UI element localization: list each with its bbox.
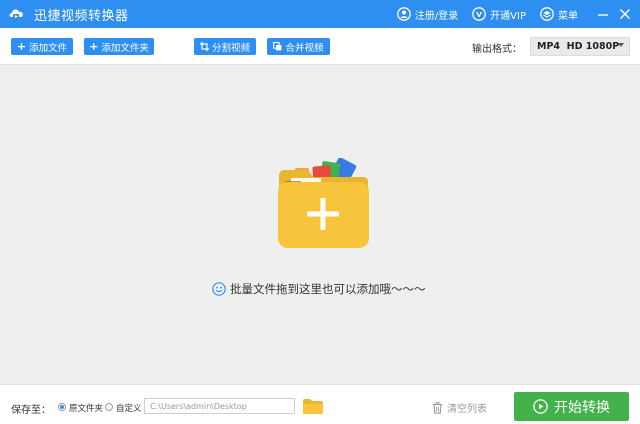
radio-custom-label[interactable]: 自定义: [116, 402, 142, 414]
radio-source-folder-label[interactable]: 原文件夹: [69, 402, 103, 414]
clear-list-label: 清空列表: [447, 404, 487, 415]
merge-icon: [273, 42, 282, 51]
save-path-input[interactable]: [144, 398, 295, 414]
plus-icon: +: [89, 40, 99, 53]
bottom-bar: 保存至： 原文件夹 自定义 清空列表 开始转换: [0, 384, 640, 424]
smile-icon: [212, 282, 226, 296]
split-icon: [199, 42, 209, 51]
title-bar: 迅捷视频转换器 注册/登录 开通VIP 菜单: [0, 0, 640, 28]
menu-icon: [540, 7, 554, 21]
app-logo-icon: [8, 5, 26, 23]
drop-hint: 批量文件拖到这里也可以添加哦～～～: [212, 281, 426, 297]
radio-source-folder[interactable]: [58, 403, 66, 411]
folder-add-icon[interactable]: [275, 157, 371, 250]
play-circle-icon: [533, 399, 548, 414]
split-video-button[interactable]: 分割视频: [194, 38, 256, 55]
open-vip-button[interactable]: 开通VIP: [472, 7, 526, 22]
chevron-down-icon: [618, 43, 624, 47]
minimize-button[interactable]: [592, 0, 614, 28]
clear-list-button[interactable]: 清空列表: [432, 400, 487, 415]
save-to-label: 保存至：: [11, 405, 51, 416]
minimize-icon: [598, 14, 608, 16]
drop-zone[interactable]: 批量文件拖到这里也可以添加哦～～～: [0, 66, 640, 384]
add-folder-button[interactable]: + 添加文件夹: [84, 38, 154, 55]
add-file-label: 添加文件: [29, 42, 68, 54]
vip-icon: [472, 7, 487, 21]
radio-custom[interactable]: [105, 403, 113, 411]
open-vip-label: 开通VIP: [490, 10, 526, 22]
user-icon: [396, 7, 411, 21]
add-file-button[interactable]: + 添加文件: [11, 38, 73, 55]
folder-icon: [303, 399, 323, 414]
register-login-label: 注册/登录: [414, 10, 459, 22]
toolbar: + 添加文件 + 添加文件夹 分割视频 合并视频 输出格式： MP4 HD 10…: [0, 28, 640, 65]
app-title: 迅捷视频转换器: [34, 8, 129, 24]
output-format-select[interactable]: MP4 HD 1080P: [530, 37, 630, 56]
start-convert-button[interactable]: 开始转换: [514, 392, 629, 421]
start-convert-label: 开始转换: [554, 399, 610, 416]
drop-hint-text: 批量文件拖到这里也可以添加哦～～～: [230, 282, 426, 296]
output-format-value: MP4 HD 1080P: [537, 41, 620, 52]
split-video-label: 分割视频: [211, 42, 250, 54]
trash-icon: [433, 401, 442, 414]
menu-label: 菜单: [558, 10, 578, 22]
plus-icon: +: [16, 40, 27, 53]
merge-video-button[interactable]: 合并视频: [267, 38, 330, 55]
close-button[interactable]: [614, 0, 636, 28]
browse-folder-button[interactable]: [302, 398, 324, 415]
menu-button[interactable]: 菜单: [540, 7, 578, 22]
output-format-label: 输出格式：: [472, 44, 522, 55]
register-login-button[interactable]: 注册/登录: [396, 7, 459, 22]
merge-video-label: 合并视频: [285, 42, 324, 54]
add-folder-label: 添加文件夹: [101, 42, 149, 54]
close-icon: [620, 9, 630, 19]
